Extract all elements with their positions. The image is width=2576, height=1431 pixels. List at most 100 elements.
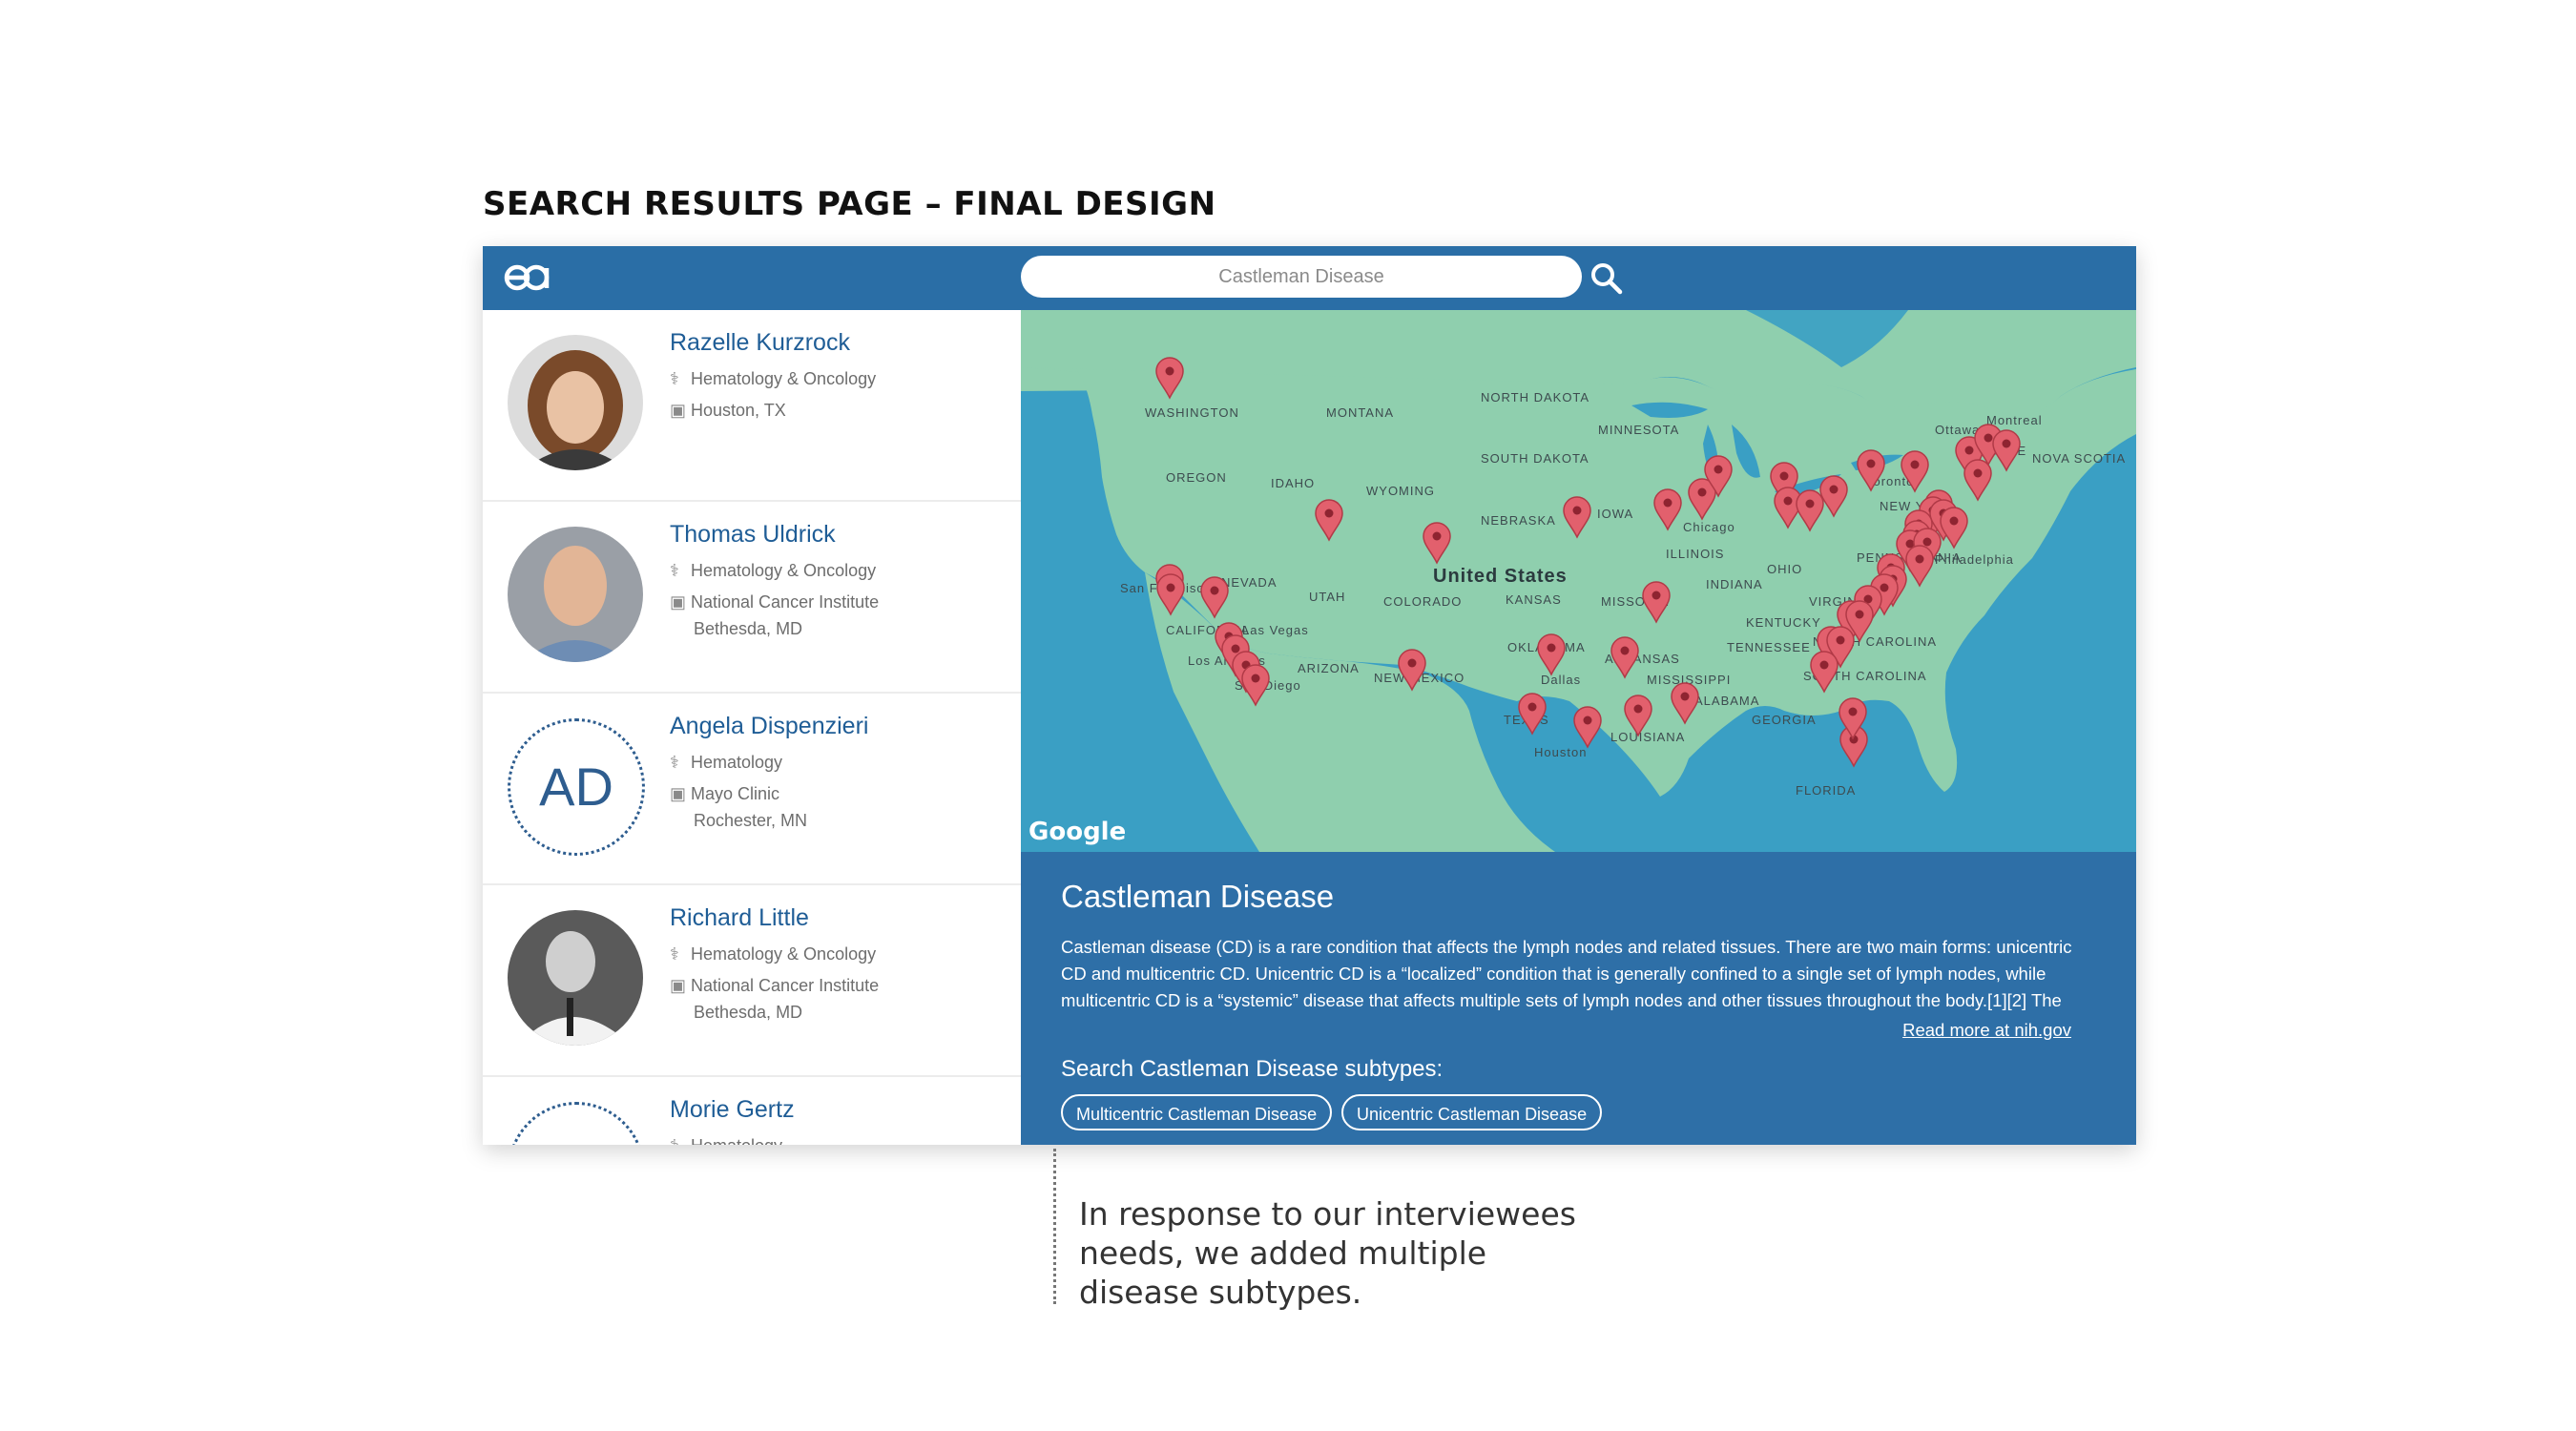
doctor-name[interactable]: Thomas Uldrick — [670, 521, 836, 549]
map-label: Houston — [1534, 745, 1587, 759]
results-map[interactable]: WASHINGTON MONTANA NORTH DAKOTA MINNESOTA OR… — [1021, 310, 2136, 852]
map-label: ILLINOIS — [1666, 547, 1724, 561]
map-label: TENNESSEE — [1727, 640, 1811, 654]
map-marker-dot — [1251, 674, 1260, 683]
map-label: Chicago — [1683, 520, 1735, 534]
subtype-chip[interactable]: Multicentric Castleman Disease — [1061, 1094, 1333, 1130]
building-icon: ▣ — [670, 784, 687, 803]
map-marker-dot — [1166, 583, 1175, 592]
annotation-note: In response to our interviewees needs, w… — [1079, 1195, 1576, 1311]
doctor-name[interactable]: Richard Little — [670, 904, 809, 932]
map-marker-dot — [1620, 646, 1630, 655]
page-heading: SEARCH RESULTS PAGE – FINAL DESIGN — [483, 185, 1216, 223]
map-label: LOUISIANA — [1610, 730, 1685, 744]
map-marker-dot — [1910, 460, 1920, 469]
map-label: MINNESOTA — [1598, 423, 1679, 437]
map-marker-dot — [1915, 554, 1924, 564]
doctor-name[interactable]: Razelle Kurzrock — [670, 329, 850, 357]
stethoscope-icon: ⚕ — [670, 944, 679, 964]
map-marker-dot — [1324, 508, 1334, 518]
specialty: ⚕Hematology — [670, 1136, 782, 1145]
result-card[interactable]: Richard Little ⚕ Hematology & Oncology ▣ N… — [483, 885, 1021, 1077]
read-more-link[interactable]: Read more at nih.gov — [1902, 1020, 2071, 1041]
map-marker-dot — [1697, 487, 1707, 497]
avatar — [508, 335, 643, 470]
map-marker-dot — [1829, 485, 1839, 494]
map-marker-dot — [2002, 439, 2011, 448]
map-marker-dot — [1880, 583, 1889, 592]
building-icon: ▣ — [670, 976, 687, 995]
result-card[interactable]: MG Morie Gertz ⚕Hematology — [483, 1077, 1021, 1145]
map-label: NEBRASKA — [1481, 513, 1556, 528]
subtype-chip[interactable]: Unicentric Castleman Disease — [1341, 1094, 1603, 1130]
stethoscope-icon: ⚕ — [670, 561, 679, 580]
map-label: WYOMING — [1366, 484, 1435, 498]
map-marker-dot — [1949, 516, 1959, 526]
map-label: GEORGIA — [1752, 713, 1817, 727]
top-bar — [483, 246, 2136, 310]
avatar-initials: MG — [508, 1102, 645, 1145]
map-label: COLORADO — [1383, 594, 1462, 609]
map-label: ARIZONA — [1298, 661, 1360, 675]
map-label: IDAHO — [1271, 476, 1315, 490]
map-label: NEVADA — [1221, 575, 1278, 590]
map-label: OREGON — [1166, 470, 1227, 485]
results-list: Razelle Kurzrock ⚕ Hematology & Oncology … — [483, 310, 1021, 1145]
disease-info-panel: Castleman Disease Castleman disease (CD)… — [1021, 852, 2136, 1145]
specialty: ⚕ Hematology & Oncology — [670, 561, 876, 581]
institution: ▣ National Cancer Institute — [670, 976, 879, 996]
result-card[interactable]: AD Angela Dispenzieri ⚕ Hematology ▣ Mayo … — [483, 694, 1021, 885]
map-marker-dot — [1231, 644, 1240, 653]
institution-label: National Cancer Institute — [691, 976, 880, 995]
map-marker-dot — [1855, 610, 1864, 619]
map-label: OHIO — [1767, 562, 1802, 576]
map-marker-dot — [1583, 716, 1592, 725]
disease-title: Castleman Disease — [1061, 879, 1335, 914]
map-marker-dot — [1783, 496, 1793, 506]
result-card[interactable]: Thomas Uldrick ⚕ Hematology & Oncology ▣ N… — [483, 502, 1021, 694]
doctor-name[interactable]: Morie Gertz — [670, 1096, 795, 1124]
location-label: Bethesda, MD — [694, 619, 803, 638]
map-marker-dot — [1572, 506, 1582, 515]
map-label: KANSAS — [1506, 592, 1562, 607]
location-label: Houston, TX — [691, 401, 786, 420]
doctor-name[interactable]: Angela Dispenzieri — [670, 713, 868, 740]
specialty-label: Hematology & Oncology — [691, 561, 877, 580]
map-marker-dot — [1432, 531, 1442, 541]
location-label: Rochester, MN — [694, 811, 808, 830]
map-label: SOUTH DAKOTA — [1481, 451, 1589, 466]
ea-logo-icon[interactable] — [502, 259, 551, 297]
map-marker-dot — [1633, 704, 1643, 714]
specialty-label: Hematology & Oncology — [691, 369, 877, 388]
institution: ▣ National Cancer Institute — [670, 592, 879, 612]
result-card[interactable]: Razelle Kurzrock ⚕ Hematology & Oncology … — [483, 310, 1021, 502]
map-marker-dot — [1210, 586, 1219, 595]
specialty: ⚕ Hematology & Oncology — [670, 944, 876, 964]
map-marker-dot — [1547, 643, 1556, 653]
map-label: NOVA SCOTIA — [2032, 451, 2126, 466]
avatar — [508, 527, 643, 662]
map-label: ALABAMA — [1694, 694, 1759, 708]
map-marker-dot — [1964, 446, 1974, 455]
search-icon[interactable] — [1589, 261, 1624, 296]
map-marker-dot — [1165, 366, 1174, 376]
map-label: FLORIDA — [1796, 783, 1856, 798]
map-marker-dot — [1984, 433, 1993, 443]
search-input[interactable] — [1021, 256, 1582, 298]
map-marker-dot — [1680, 692, 1690, 701]
location: ▣ Houston, TX — [670, 401, 786, 421]
map-country-label: United States — [1433, 566, 1568, 587]
disease-description: Castleman disease (CD) is a rare conditi… — [1061, 937, 2072, 1010]
map-label: Dallas — [1541, 673, 1581, 687]
map-marker-icon[interactable] — [1518, 693, 1547, 736]
institution-label: National Cancer Institute — [691, 592, 880, 612]
map-marker-dot — [1866, 459, 1876, 468]
location-label: Bethesda, MD — [694, 1003, 803, 1022]
map-marker-icon[interactable] — [1573, 706, 1602, 749]
building-icon: ▣ — [670, 401, 687, 420]
map-marker-dot — [1836, 635, 1845, 645]
institution: ▣ Mayo Clinic — [670, 784, 779, 804]
map-marker-dot — [1848, 707, 1858, 716]
map-label: MONTANA — [1326, 405, 1394, 420]
stethoscope-icon: ⚕ — [670, 1136, 691, 1145]
